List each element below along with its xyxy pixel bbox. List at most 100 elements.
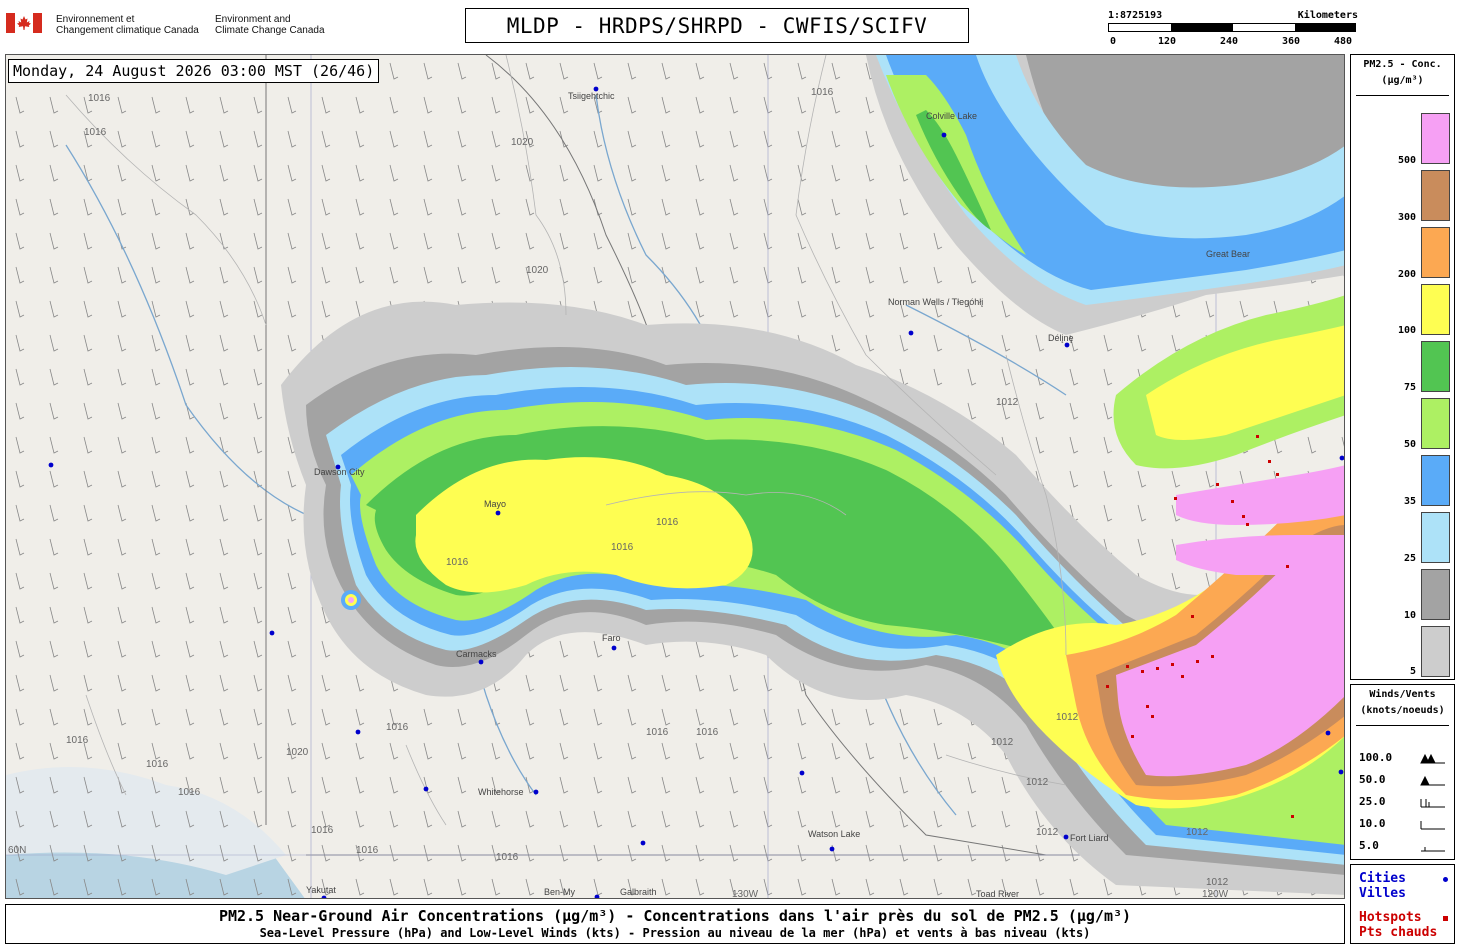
- wind-speed-label: 100.0: [1359, 751, 1393, 764]
- city-label: Fort Liard: [1070, 833, 1109, 843]
- scale-tick: 0: [1110, 36, 1117, 47]
- isobar-label: 1020: [286, 747, 309, 758]
- wind-speed-label: 25.0: [1359, 795, 1386, 808]
- isobar-label: 1016: [88, 93, 111, 104]
- city-dot-icon: [1443, 877, 1448, 882]
- legend-bin-label: 75: [1403, 382, 1416, 393]
- map-svg: 1016 1016 1020 1020 1016 1012 1016 1016 …: [6, 55, 1344, 899]
- scale-bar-graphic: [1108, 23, 1356, 32]
- city-label: Whitehorse: [478, 787, 524, 797]
- legend-bin-label: 100: [1397, 325, 1416, 336]
- scale-bar: 1:8725193 Kilometers 0 120 240 360 480: [1108, 10, 1358, 50]
- city-label: Norman Wells / Tłegóhłį: [888, 297, 983, 307]
- concentration-legend: PM2.5 - Conc. (µg/m³) 500 300 200 100 75…: [1350, 54, 1455, 680]
- legend-bin-label: 5: [1409, 666, 1416, 677]
- isobar-label: 1016: [656, 517, 679, 528]
- legend-swatch: [1421, 398, 1450, 449]
- footer-title: PM2.5 Near-Ground Air Concentrations (µg…: [218, 907, 1132, 925]
- isobar-label: 1012: [1036, 827, 1059, 838]
- isobar-label: 1012: [1186, 827, 1209, 838]
- scale-tick: 240: [1220, 36, 1239, 47]
- footer-subtitle: Sea-Level Pressure (hPa) and Low-Level W…: [259, 926, 1091, 940]
- city-label: Great Bear: [1206, 249, 1250, 259]
- legend-bin-label: 35: [1403, 496, 1416, 507]
- canada-flag-icon: [6, 13, 42, 33]
- isobar-label: 1016: [356, 845, 379, 856]
- isobar-label: 1016: [611, 542, 634, 553]
- isobar-label: 1020: [511, 137, 534, 148]
- legend-swatch: [1421, 455, 1450, 506]
- scale-tick: 120: [1158, 36, 1177, 47]
- city-label: Mayo: [484, 499, 506, 509]
- legend-bin-label: 10: [1403, 610, 1416, 621]
- wind-barb-symbols: [1420, 753, 1445, 852]
- legend-bin-label: 300: [1397, 212, 1416, 223]
- legend-swatch: [1421, 341, 1450, 392]
- isobar-label: 1016: [146, 759, 169, 770]
- graticule-label: 120W: [1202, 889, 1229, 899]
- legend-bin-label: 200: [1397, 269, 1416, 280]
- city-label: Faro: [602, 633, 621, 643]
- isobar-label: 1016: [696, 727, 719, 738]
- isobar-label: 1016: [178, 787, 201, 798]
- footer: PM2.5 Near-Ground Air Concentrations (µg…: [5, 904, 1345, 944]
- graticule-label: 130W: [732, 889, 759, 899]
- isobar-label: 1012: [991, 737, 1014, 748]
- scale-ratio: 1:8725193: [1108, 10, 1163, 21]
- scale-unit: Kilometers: [1297, 10, 1358, 21]
- isobar-label: 1016: [386, 722, 409, 733]
- legend-unit: (µg/m³): [1381, 75, 1424, 86]
- city-label: Dawson City: [314, 467, 365, 477]
- legend-swatch: [1421, 569, 1450, 620]
- city-label: Yakutat: [306, 885, 336, 895]
- isobar-label: 1016: [811, 87, 834, 98]
- legend-swatch: [1421, 284, 1450, 335]
- isobar-label: 1016: [66, 735, 89, 746]
- wind-legend-unit: (knots/noeuds): [1360, 705, 1445, 716]
- map-canvas[interactable]: 1016 1016 1020 1020 1016 1012 1016 1016 …: [5, 54, 1345, 899]
- points-legend: Cities Villes Hotspots Pts chauds: [1350, 864, 1455, 944]
- hotspots-label: Hotspots Pts chauds: [1359, 910, 1438, 940]
- agency-name-fr: Environnement et Changement climatique C…: [56, 14, 199, 36]
- wind-speed-label: 50.0: [1359, 773, 1386, 786]
- graticule-label: 60N: [8, 845, 26, 856]
- legend-title: PM2.5 - Conc.: [1363, 59, 1442, 70]
- legend-swatch: [1421, 512, 1450, 563]
- legend-swatch: [1421, 227, 1450, 278]
- scale-tick: 480: [1334, 36, 1353, 47]
- city-label: Ben-My: [544, 887, 576, 897]
- isobar-label: 1016: [84, 127, 107, 138]
- city-label: Colville Lake: [926, 111, 977, 121]
- header: Environnement et Changement climatique C…: [0, 0, 1460, 52]
- page-title: MLDP - HRDPS/SHRPD - CWFIS/SCIFV: [465, 8, 969, 43]
- legend-bin-label: 500: [1397, 155, 1416, 166]
- city-label: Galbraith: [620, 887, 657, 897]
- timestamp-label: Monday, 24 August 2026 03:00 MST (26/46): [8, 59, 380, 83]
- legend-swatch: [1421, 113, 1450, 164]
- city-label: Carmacks: [456, 649, 497, 659]
- isobar-label: 1016: [496, 852, 519, 863]
- city-label: Tsiigehtchic: [568, 91, 615, 101]
- city-label: Toad River: [976, 889, 1019, 899]
- isobar-label: 1012: [1026, 777, 1049, 788]
- legend-swatch: [1421, 170, 1450, 221]
- isobar-label: 1020: [526, 265, 549, 276]
- legend-bin-label: 50: [1403, 439, 1416, 450]
- scale-tick: 360: [1282, 36, 1301, 47]
- wind-legend: Winds/Vents (knots/noeuds) 100.0 50.0 25…: [1350, 684, 1455, 860]
- wind-speed-label: 10.0: [1359, 817, 1386, 830]
- hotspot-square-icon: [1443, 916, 1448, 921]
- isobar-label: 1012: [1206, 877, 1229, 888]
- agency-name-en: Environment and Climate Change Canada: [215, 14, 325, 36]
- city-label: Watson Lake: [808, 829, 860, 839]
- wind-legend-title: Winds/Vents: [1369, 689, 1436, 700]
- isobar-label: 1016: [646, 727, 669, 738]
- isobar-label: 1012: [996, 397, 1019, 408]
- legend-swatch: [1421, 626, 1450, 677]
- isobar-label: 1016: [446, 557, 469, 568]
- isobar-label: 1016: [311, 825, 334, 836]
- isobar-label: 1012: [1056, 712, 1079, 723]
- wind-speed-label: 5.0: [1359, 839, 1379, 852]
- legend-bin-label: 25: [1403, 553, 1416, 564]
- wind-legend-divider: [1356, 725, 1449, 726]
